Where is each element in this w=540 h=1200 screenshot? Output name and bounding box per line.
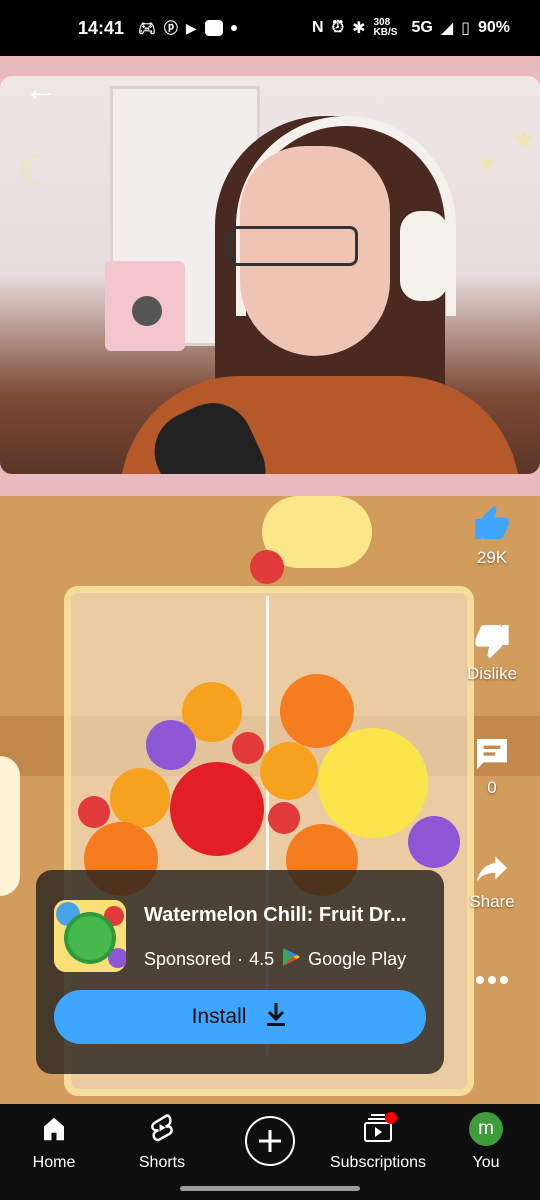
nav-subscriptions-label: Subscriptions [329,1154,427,1171]
pinterest-icon: ⓟ [163,20,178,36]
thumbs-down-icon[interactable] [472,620,512,660]
home-icon[interactable] [39,1112,69,1146]
more-action[interactable] [458,960,526,1000]
alarm-icon: ⏰︎ [331,19,345,36]
strawberry [232,732,264,764]
subscriptions-icon[interactable] [361,1112,397,1146]
network-speed: 308 KB/S [373,17,398,38]
cat-house-entrance [132,296,162,326]
star-icon: ★ [478,150,498,175]
sponsored-label: Sponsored [144,949,232,969]
install-label: Install [191,1005,247,1028]
nav-you[interactable]: m You [432,1112,540,1172]
comment-count: 0 [487,778,497,797]
bluetooth-icon: ✱ [352,20,366,37]
battery-icon: ▯ [461,20,470,37]
share-icon[interactable] [472,848,512,888]
status-time: 14:41 [78,17,125,38]
grape-fruit [408,816,460,868]
like-action[interactable]: 29K [458,504,526,568]
system-icons: N ⏰︎ ✱ 308 KB/S 5G ◢ ▯ 90% [312,18,510,38]
create-plus-icon[interactable] [245,1116,295,1166]
glasses [228,226,358,266]
app-rating: 4.5 [249,949,275,969]
short-video[interactable]: ☾ ★ ★ ← 29K Dislike 0 Share Watermelon C… [0,56,540,1104]
apple-fruit [170,762,264,856]
orange-fruit [260,742,318,800]
dislike-action[interactable]: Dislike [458,620,526,684]
avatar[interactable]: m [469,1112,503,1146]
google-play-icon [280,946,302,973]
nfc-icon: N [312,19,324,36]
star-icon: ★ [512,124,536,154]
share-action[interactable]: Share [458,848,526,912]
grape-fruit [146,720,196,770]
download-icon [264,1001,288,1033]
status-bar: 14:41 🎮︎ ⓟ ▶ N ⏰︎ ✱ 308 KB/S 5G ◢ ▯ 90% [0,0,540,56]
webcam-frame: ☾ ★ ★ [0,56,540,496]
like-count: 29K [476,548,508,567]
shorts-icon[interactable] [147,1112,177,1146]
nav-create[interactable] [216,1116,324,1166]
nav-shorts[interactable]: Shorts [108,1112,216,1172]
sponsored-ad-card[interactable]: Watermelon Chill: Fruit Dr... Sponsored … [36,870,444,1074]
nav-home[interactable]: Home [0,1112,108,1172]
app-icon[interactable] [54,900,126,972]
share-label: Share [469,892,515,911]
strawberry [250,550,284,584]
webcam-view: ☾ ★ ★ [0,76,540,474]
more-notifications-dot [230,25,237,31]
thumbs-up-icon[interactable] [472,504,512,544]
meta-separator: · [237,949,244,969]
more-icon[interactable] [472,960,512,1000]
notification-icons: 🎮︎ ⓟ ▶ [138,18,237,38]
signal-icon: ◢ [440,20,454,37]
nav-you-icon-wrap: m [469,1112,503,1146]
notification-dot [385,1112,397,1124]
strawberry [268,802,300,834]
headphone-cup [400,211,448,301]
nav-you-label: You [472,1154,500,1171]
install-button[interactable]: Install [54,990,426,1044]
ad-meta: Sponsored · 4.5 Google Play [144,946,406,973]
game-controller-icon: 🎮︎ [138,19,156,36]
back-arrow-icon[interactable]: ← [24,72,58,106]
lemon-fruit [318,728,428,838]
messaging-icon [204,20,223,36]
network-type: 5G [411,19,433,36]
comment-icon[interactable] [472,734,512,774]
dislike-label: Dislike [466,664,518,683]
store-name: Google Play [308,949,407,969]
gesture-home-bar[interactable] [180,1186,360,1191]
nav-home-label: Home [32,1154,76,1171]
battery-level: 90% [477,19,510,36]
ad-app-title[interactable]: Watermelon Chill: Fruit Dr... [144,904,407,927]
orange-fruit [110,768,170,828]
comments-action[interactable]: 0 [458,734,526,798]
game-side-panel [0,756,20,896]
nav-subscriptions[interactable]: Subscriptions [324,1112,432,1172]
youtube-icon: ▶ [185,19,197,36]
moon-icon: ☾ [18,149,54,193]
strawberry [78,796,110,828]
nav-shorts-label: Shorts [138,1154,186,1171]
